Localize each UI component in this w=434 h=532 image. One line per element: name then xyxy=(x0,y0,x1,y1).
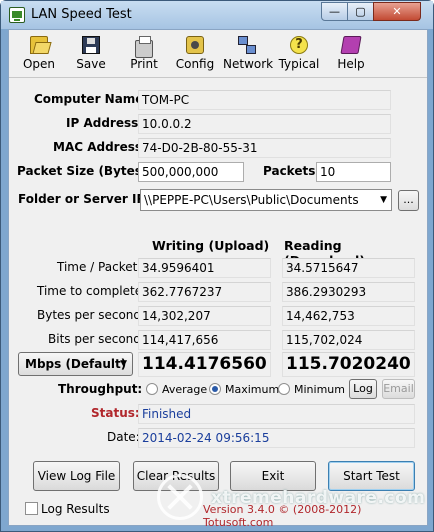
write-time-to-complete: 362.7767237 xyxy=(138,282,271,302)
chevron-down-icon: ▼ xyxy=(120,359,127,369)
version-text: Version 3.4.0 © (2008-2012) Totusoft.com xyxy=(203,503,362,529)
writing-header: Writing (Upload) xyxy=(152,238,270,253)
toolbar-print-label: Print xyxy=(130,57,158,71)
status-label: Status: xyxy=(91,406,140,420)
toolbar-save-button[interactable]: Save xyxy=(74,36,108,71)
log-results-label: Log Results xyxy=(41,502,110,516)
app-window: LAN Speed Test — ▢ ✕ Open Save Print Con… xyxy=(0,0,434,532)
toolbar-open-button[interactable]: Open xyxy=(22,36,56,71)
read-time-per-packet: 34.5715647 xyxy=(282,258,415,278)
time-to-complete-label: Time to complete: xyxy=(37,284,147,298)
units-dropdown[interactable]: Mbps (Default) ▼ xyxy=(18,352,133,376)
lightbulb-question-icon: ? xyxy=(290,36,308,54)
ip-address-field: 10.0.0.2 xyxy=(138,114,391,134)
toolbar-config-label: Config xyxy=(175,57,215,71)
write-time-per-packet: 34.9596401 xyxy=(138,258,271,278)
app-logo-icon xyxy=(9,7,25,23)
ip-address-label: IP Address: xyxy=(66,116,144,130)
window-title: LAN Speed Test xyxy=(31,7,132,22)
throughput-maximum-radio[interactable] xyxy=(209,383,221,395)
config-gear-icon xyxy=(186,36,204,54)
toolbar-network-label: Network xyxy=(223,57,274,71)
packet-size-input[interactable]: 500,000,000 xyxy=(138,162,244,182)
close-button[interactable]: ✕ xyxy=(373,2,421,21)
read-time-to-complete: 386.2930293 xyxy=(282,282,415,302)
throughput-average-radio[interactable] xyxy=(146,383,158,395)
computer-name-label: Computer Name: xyxy=(34,92,149,106)
write-mbps-value: 114.4176560 xyxy=(138,352,271,377)
toolbar-help-button[interactable]: Help xyxy=(336,36,366,71)
read-mbps-value: 115.7020240 xyxy=(282,352,415,377)
folder-open-icon xyxy=(30,36,48,54)
network-computers-icon xyxy=(238,36,256,54)
view-log-file-button[interactable]: View Log File xyxy=(33,461,120,491)
mac-address-label: MAC Address: xyxy=(53,140,147,154)
status-field: Finished xyxy=(138,404,415,424)
units-value: Mbps (Default) xyxy=(25,357,127,371)
main-panel: Open Save Print Config Network ? Typical xyxy=(8,29,428,529)
maximize-button[interactable]: ▢ xyxy=(347,2,374,21)
mac-address-field: 74-D0-2B-80-55-31 xyxy=(138,138,391,158)
date-field: 2014-02-24 09:56:15 xyxy=(138,428,415,448)
throughput-label: Throughput: xyxy=(58,382,143,396)
folder-server-label: Folder or Server IP: xyxy=(18,192,151,206)
throughput-minimum-label: Minimum xyxy=(294,383,345,396)
computer-name-field: TOM-PC xyxy=(138,90,391,110)
folder-server-dropdown[interactable]: \\PEPPE-PC\Users\Public\Documents ▼ xyxy=(140,189,392,211)
floppy-disk-icon xyxy=(82,36,100,54)
toolbar-network-button[interactable]: Network xyxy=(223,36,274,71)
throughput-average-label: Average xyxy=(162,383,208,396)
watermark-x-icon xyxy=(157,474,203,520)
toolbar-typical-label: Typical xyxy=(278,57,320,71)
packets-label: Packets: xyxy=(263,164,321,178)
bytes-per-second-label: Bytes per second: xyxy=(37,308,146,322)
browse-button[interactable]: ... xyxy=(398,190,419,211)
log-results-checkbox[interactable] xyxy=(25,502,38,515)
exit-button[interactable]: Exit xyxy=(230,461,316,491)
write-bits-per-second: 114,417,656 xyxy=(138,330,271,350)
toolbar-open-label: Open xyxy=(22,57,56,71)
read-bytes-per-second: 14,462,753 xyxy=(282,306,415,326)
toolbar-print-button[interactable]: Print xyxy=(126,36,162,71)
toolbar-typical-button[interactable]: ? Typical xyxy=(277,36,321,71)
time-per-packet-label: Time / Packet: xyxy=(57,260,142,274)
throughput-minimum-radio[interactable] xyxy=(278,383,290,395)
write-bytes-per-second: 14,302,207 xyxy=(138,306,271,326)
minimize-button[interactable]: — xyxy=(321,2,348,21)
toolbar-config-button[interactable]: Config xyxy=(175,36,215,71)
help-book-icon xyxy=(340,36,362,54)
packets-input[interactable]: 10 xyxy=(316,162,391,182)
start-test-button[interactable]: Start Test xyxy=(328,461,415,491)
toolbar-save-label: Save xyxy=(76,57,106,71)
toolbar-help-label: Help xyxy=(337,57,365,71)
toolbar: Open Save Print Config Network ? Typical xyxy=(9,30,427,78)
bits-per-second-label: Bits per second: xyxy=(48,332,145,346)
printer-icon xyxy=(135,36,153,58)
chevron-down-icon: ▼ xyxy=(380,195,387,205)
folder-server-value: \\PEPPE-PC\Users\Public\Documents xyxy=(144,193,359,207)
date-label: Date: xyxy=(107,430,140,444)
title-bar[interactable]: LAN Speed Test — ▢ ✕ xyxy=(1,1,433,29)
read-bits-per-second: 115,702,024 xyxy=(282,330,415,350)
throughput-maximum-label: Maximum xyxy=(225,383,280,396)
packet-size-label: Packet Size (Bytes): xyxy=(17,164,153,178)
email-button[interactable]: Email xyxy=(382,379,415,399)
log-button[interactable]: Log xyxy=(349,379,377,399)
